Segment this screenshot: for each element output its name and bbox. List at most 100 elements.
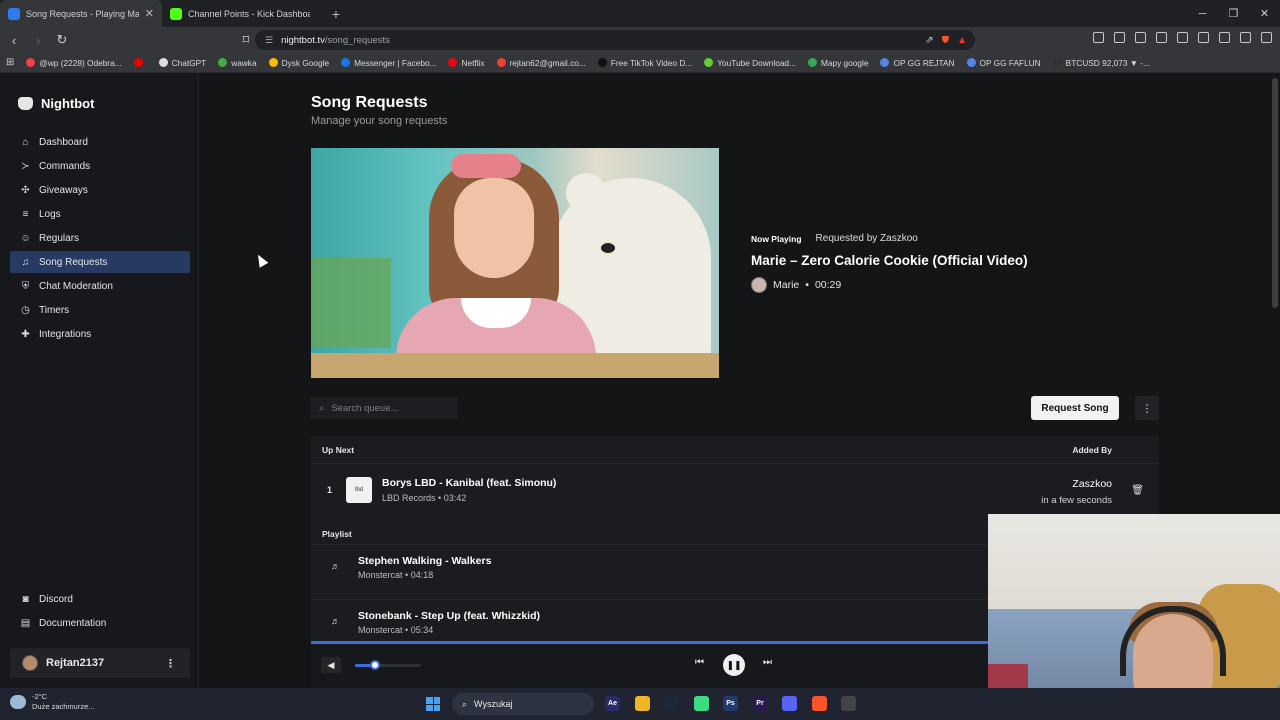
bookmark-icon[interactable]: ⌑	[236, 32, 256, 48]
sidebar-item-discord[interactable]: ◙ Discord	[10, 588, 190, 610]
brave-rewards-icon[interactable]: ▲	[957, 35, 967, 46]
sidebar-item-dashboard[interactable]: ⌂ Dashboard	[10, 131, 190, 153]
android-studio-icon[interactable]	[693, 696, 709, 711]
weather-widget[interactable]: -2°C Duże zachmurze...	[10, 692, 95, 712]
wallet-icon[interactable]	[1177, 32, 1188, 43]
menu-icon[interactable]	[1261, 32, 1272, 43]
bookmark-favicon-icon	[496, 58, 506, 67]
obs-icon[interactable]	[841, 696, 856, 711]
bookmark-item[interactable]: rejtan62@gmail.co...	[496, 58, 586, 68]
brand[interactable]: Nightbot	[18, 96, 94, 111]
bookmark-item[interactable]: Free TikTok Video D...	[597, 58, 692, 68]
apps-grid-icon[interactable]: ⊞	[6, 57, 14, 68]
next-icon[interactable]: ⏭	[763, 657, 772, 668]
extensions-icon[interactable]	[1093, 32, 1104, 43]
close-window-icon[interactable]: ✕	[1249, 7, 1280, 20]
premiere-icon[interactable]: Pr	[752, 696, 768, 711]
taskbar-search[interactable]: ⌕ Wyszukaj	[452, 693, 594, 715]
media-icon[interactable]	[1135, 32, 1146, 43]
bookmark-item[interactable]: OP GG FAFLUN	[966, 57, 1041, 68]
bookmark-item[interactable]	[133, 58, 147, 67]
bookmark-item[interactable]: BTCUSD 92,073 ▼ -...	[1052, 57, 1150, 68]
list-icon: ≡	[22, 208, 29, 220]
window-controls: ─ ❐ ✕	[1187, 0, 1280, 27]
bookmark-label: Netflix	[461, 57, 485, 68]
back-icon[interactable]: ‹	[4, 33, 24, 48]
volume-slider[interactable]	[355, 664, 421, 667]
sidebar-item-song-requests[interactable]: ♫ Song Requests	[10, 251, 190, 273]
kebab-menu-icon[interactable]: ⋮	[165, 657, 176, 670]
bookmark-item[interactable]: ChatGPT	[158, 58, 206, 68]
delete-icon[interactable]: 🗑	[1131, 485, 1144, 496]
search-icon: ⌕	[319, 402, 325, 414]
discord-icon[interactable]	[782, 696, 797, 711]
sidebar-item-timers[interactable]: ◷ Timers	[10, 299, 190, 321]
url-bar[interactable]: ☰ nightbot.tv/song_requests ⇗ ⛊ ▲	[255, 30, 975, 50]
vpn-icon[interactable]	[1219, 32, 1230, 43]
bookmark-item[interactable]: Messenger | Facebo...	[341, 58, 436, 68]
search-input[interactable]	[331, 402, 442, 414]
reload-icon[interactable]: ↻	[52, 32, 72, 48]
browser-tab[interactable]: Channel Points - Kick Dashboard	[162, 0, 324, 27]
bookmark-item[interactable]: @wp (2228) Odebra...	[26, 57, 122, 68]
playlist-song-title: Stephen Walking - Walkers	[358, 555, 492, 567]
bookmark-item[interactable]: wawka	[218, 58, 257, 68]
user-menu[interactable]: Rejtan2137 ⋮	[10, 648, 190, 678]
users-icon: ☺	[20, 232, 31, 244]
previous-icon[interactable]: ⏮	[695, 657, 704, 668]
sidebar-item-regulars[interactable]: ☺ Regulars	[10, 227, 190, 249]
now-playing-title: Marie – Zero Calorie Cookie (Official Vi…	[751, 253, 1028, 268]
new-tab-button[interactable]: +	[324, 6, 348, 22]
profile-icon[interactable]	[1240, 32, 1251, 43]
tab-search-icon[interactable]	[1114, 32, 1125, 43]
queue-song-meta: LBD Records • 03:42	[382, 493, 467, 503]
request-song-button[interactable]: Request Song	[1031, 396, 1119, 420]
volume-icon[interactable]: ◀	[321, 657, 341, 673]
after-effects-icon[interactable]: Ae	[605, 696, 620, 711]
music-note-icon: ♬	[331, 616, 340, 626]
photoshop-icon[interactable]: Ps	[723, 696, 738, 711]
sidebar-item-chat-moderation[interactable]: ⛨ Chat Moderation	[10, 275, 190, 297]
forward-icon[interactable]: ›	[28, 33, 48, 48]
queue-row[interactable]: 1 lbd Borys LBD - Kanibal (feat. Simonu)…	[311, 471, 1159, 509]
sidebar-item-giveaways[interactable]: ✣ Giveaways	[10, 179, 190, 201]
bookmark-favicon-icon	[1052, 58, 1062, 67]
gift-icon: ✣	[21, 184, 30, 196]
video-player[interactable]	[311, 148, 719, 378]
sidebar-item-integrations[interactable]: ✚ Integrations	[10, 323, 190, 345]
browser-tab[interactable]: Song Requests - Playing Ma ✕	[0, 0, 162, 27]
sidebar-item-documentation[interactable]: ▤ Documentation	[10, 612, 190, 634]
queue-added-by[interactable]: Zaszkoo	[1072, 478, 1112, 490]
search-queue-field[interactable]: ⌕	[311, 397, 457, 419]
bookmark-favicon-icon	[880, 58, 890, 67]
site-info-icon[interactable]: ☰	[265, 35, 273, 46]
sidebar-item-logs[interactable]: ≡ Logs	[10, 203, 190, 225]
pause-button[interactable]: ❚❚	[723, 654, 745, 676]
restore-icon[interactable]: ❐	[1218, 7, 1249, 20]
file-explorer-icon[interactable]	[634, 696, 650, 711]
more-options-icon[interactable]: ⋮	[1135, 396, 1159, 420]
sidebar-item-commands[interactable]: ≻ Commands	[10, 155, 190, 177]
bookmark-label: OP GG FAFLUN	[979, 57, 1041, 68]
volume-knob[interactable]	[369, 660, 380, 670]
bookmark-item[interactable]: Netflix	[448, 57, 485, 68]
leo-icon[interactable]	[1198, 32, 1209, 43]
share-icon[interactable]: ⇗	[925, 35, 933, 46]
bookmark-label: BTCUSD 92,073 ▼ -...	[1065, 57, 1150, 68]
bookmark-item[interactable]: Dysk Google	[268, 58, 329, 68]
bookmark-item[interactable]: YouTube Download...	[704, 58, 796, 68]
bookmark-item[interactable]: OP GG REJTAN	[880, 58, 955, 68]
book-icon: ▤	[20, 617, 31, 629]
brave-icon[interactable]	[811, 696, 827, 711]
tab-close-icon[interactable]: ✕	[145, 7, 154, 20]
home-icon: ⌂	[22, 136, 29, 148]
bookmark-favicon-icon	[133, 58, 143, 67]
sidebar-icon[interactable]	[1156, 32, 1167, 43]
minimize-icon[interactable]: ─	[1187, 8, 1218, 20]
bookmark-item[interactable]: Mapy google	[807, 58, 868, 68]
brand-name: Nightbot	[41, 96, 95, 111]
bookmark-label: @wp (2228) Odebra...	[39, 57, 122, 68]
windows-start-icon[interactable]	[426, 697, 440, 711]
steam-icon[interactable]	[664, 696, 679, 711]
brave-shields-icon[interactable]: ⛊	[942, 35, 950, 46]
